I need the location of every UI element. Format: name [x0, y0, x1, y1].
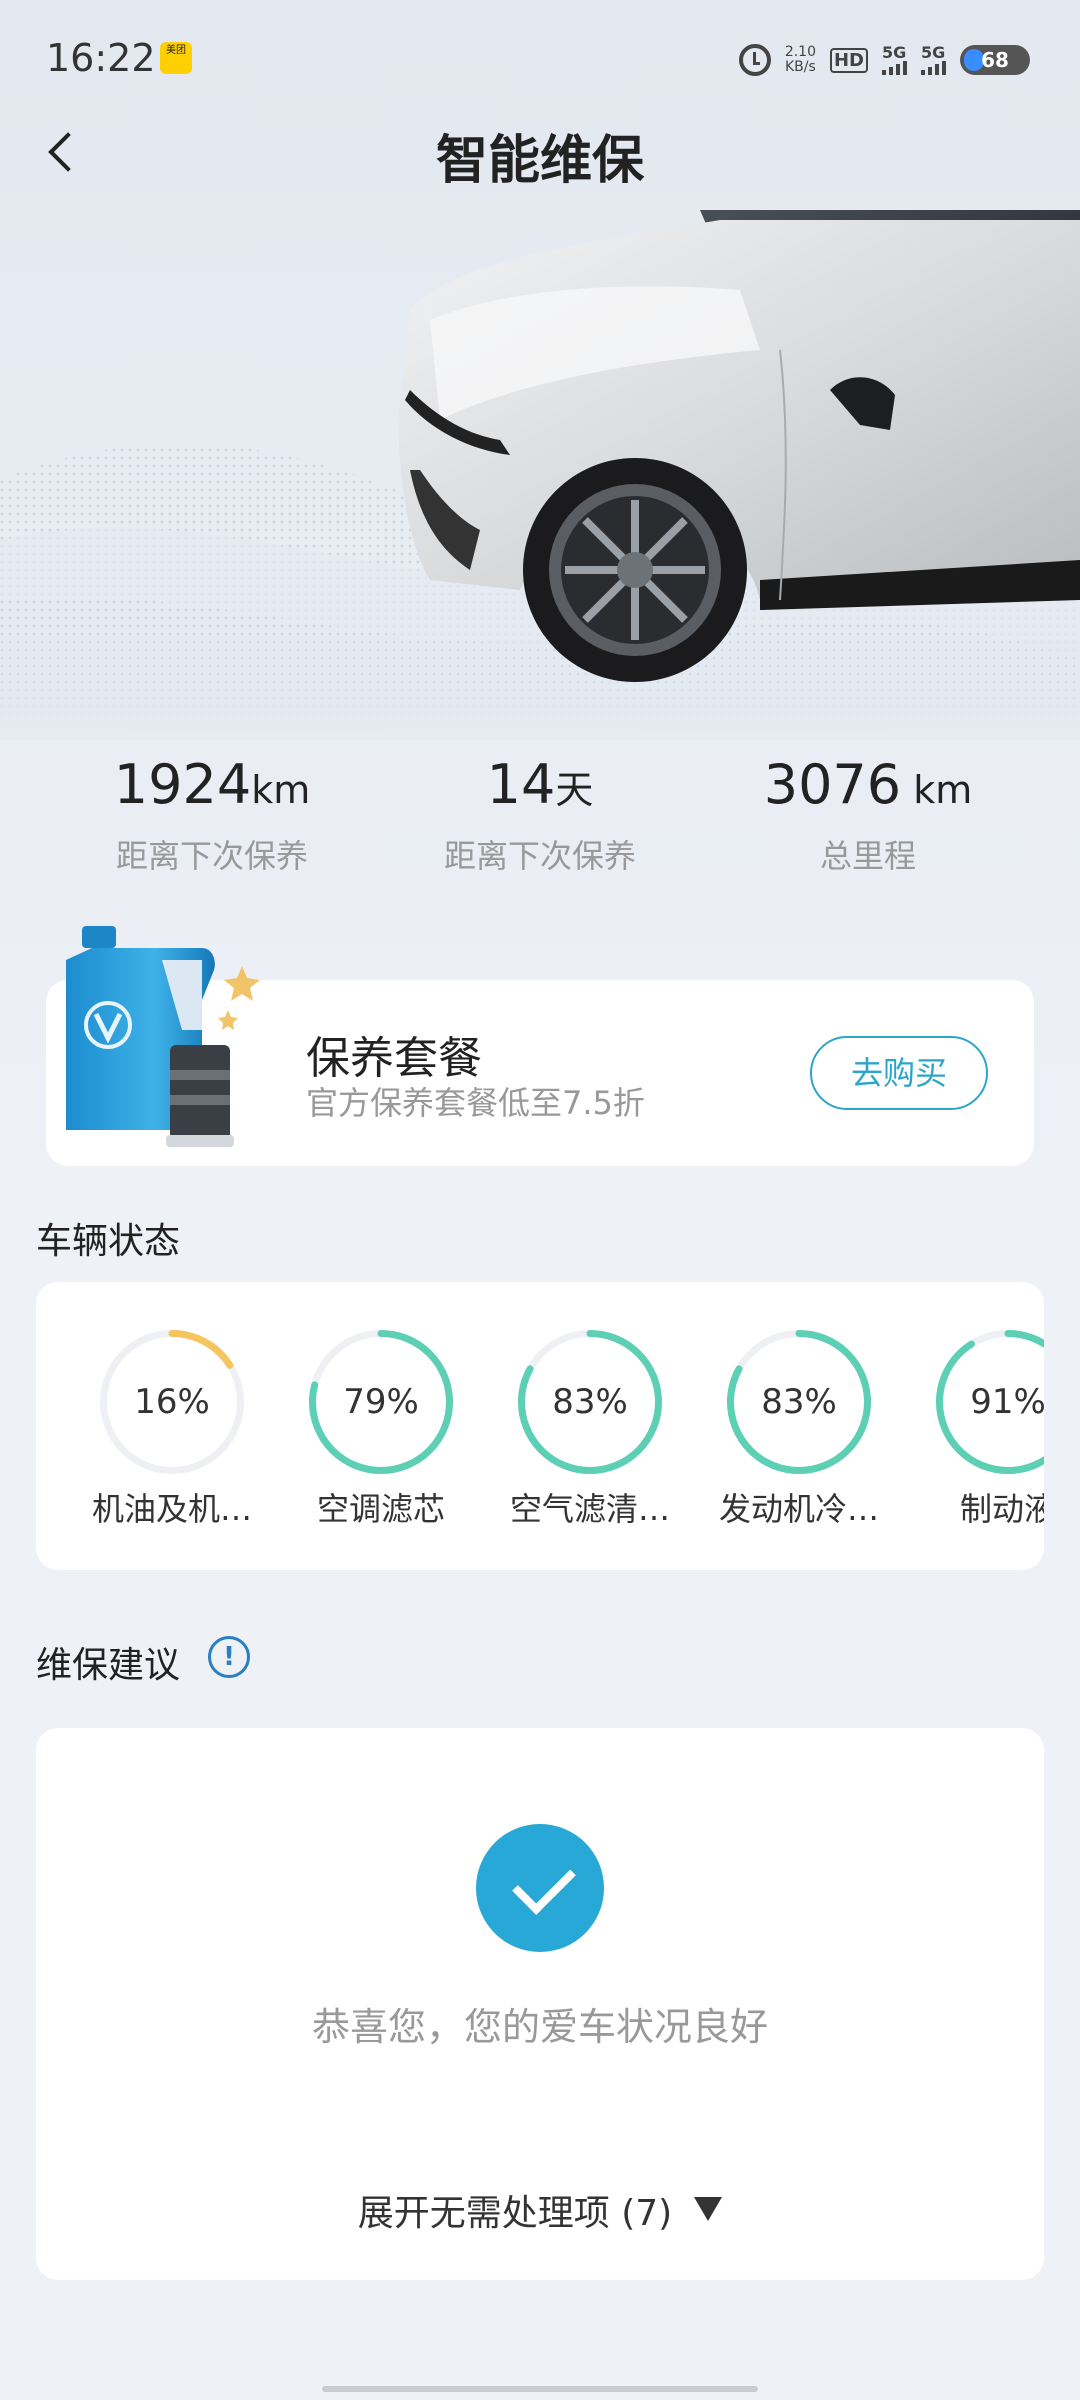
advice-message: 恭喜您，您的爱车状况良好	[311, 2005, 768, 2049]
signal-icon-sim2: 5G	[921, 45, 946, 75]
status-icons: 2.10 KB/s HD 5G 5G 68	[738, 40, 1030, 80]
info-icon[interactable]: !	[208, 1636, 250, 1678]
stat-distance-next-service: 1924km 距离下次保养	[0, 752, 376, 875]
gauge-label: 发动机冷…	[718, 1490, 879, 1528]
stat-label: 总里程	[819, 837, 916, 875]
meituan-app-icon: 美团	[160, 42, 192, 74]
stat-label: 距离下次保养	[115, 837, 308, 875]
battery-level: 68	[981, 48, 1009, 72]
net-speed-unit: KB/s	[785, 59, 816, 75]
check-icon	[476, 1824, 604, 1952]
stat-label: 距离下次保养	[443, 837, 636, 875]
gauge-percent: 83%	[761, 1382, 837, 1422]
stat-value: 3076	[763, 753, 902, 816]
signal-bars-icon	[882, 61, 907, 75]
vehicle-status-card[interactable]: 16% 机油及机… 79% 空调滤芯 83% 空气滤清… 83% 发动机冷… 91% 制动液	[36, 1282, 1044, 1570]
page-title: 智能维保	[435, 131, 644, 191]
status-bar: 16:22 美团 2.10 KB/s HD 5G 5G 68	[0, 0, 1080, 110]
package-subtitle: 官方保养套餐低至7.5折	[306, 1084, 645, 1122]
signal-icon-sim1: 5G	[882, 45, 907, 75]
gauge-label: 空气滤清…	[509, 1490, 670, 1528]
gauge-percent: 79%	[343, 1382, 419, 1422]
gauge-label: 空调滤芯	[316, 1490, 445, 1528]
gauge-percent: 83%	[552, 1382, 628, 1422]
gauge-percent: 91%	[970, 1382, 1044, 1422]
car-illustration	[398, 210, 1080, 682]
stat-total-mileage: 3076 km 总里程	[704, 752, 1080, 875]
oil-bottle-icon	[66, 926, 260, 1147]
signal-bars-icon	[921, 61, 946, 75]
net-speed: 2.10 KB/s	[785, 45, 816, 75]
stat-unit: km	[251, 768, 311, 812]
stat-unit: km	[901, 768, 973, 812]
gauge-label: 制动液	[959, 1490, 1044, 1528]
status-time: 16:22	[46, 36, 156, 80]
vehicle-status-list[interactable]: 16% 机油及机… 79% 空调滤芯 83% 空气滤清… 83% 发动机冷… 91% 制动液	[36, 1282, 1044, 1570]
net-speed-value: 2.10	[784, 44, 816, 60]
maintenance-stats: 1924km 距离下次保养 14天 距离下次保养 3076 km 总里程	[0, 752, 1080, 875]
gauge-label: 机油及机…	[91, 1490, 252, 1528]
advice-title: 维保建议	[36, 1645, 181, 1686]
triangle-down-icon	[694, 2197, 723, 2221]
alarm-icon	[738, 44, 771, 76]
stat-unit: 天	[555, 768, 594, 812]
stat-days-next-service: 14天 距离下次保养	[376, 752, 704, 875]
package-title: 保养套餐	[306, 1033, 482, 1084]
advice-card: 恭喜您，您的爱车状况良好 展开无需处理项 (7)	[36, 1728, 1044, 2280]
sim1-label: 5G	[882, 43, 907, 62]
meituan-badge-label: 美团	[166, 45, 186, 56]
expand-label: 展开无需处理项 (7)	[357, 2193, 673, 2234]
gauge-percent: 16%	[134, 1382, 210, 1422]
hd-icon: HD	[829, 47, 868, 73]
stat-value: 1924	[113, 753, 252, 816]
expand-items-button[interactable]: 展开无需处理项 (7)	[36, 2184, 1044, 2236]
battery-icon: 68	[960, 45, 1030, 75]
vehicle-status-title: 车辆状态	[36, 1221, 181, 1262]
home-indicator[interactable]	[322, 2386, 758, 2392]
car-hero-image	[0, 200, 1080, 740]
sim2-label: 5G	[921, 43, 946, 62]
stat-value: 14	[486, 753, 556, 816]
buy-button[interactable]: 去购买	[810, 1036, 988, 1110]
